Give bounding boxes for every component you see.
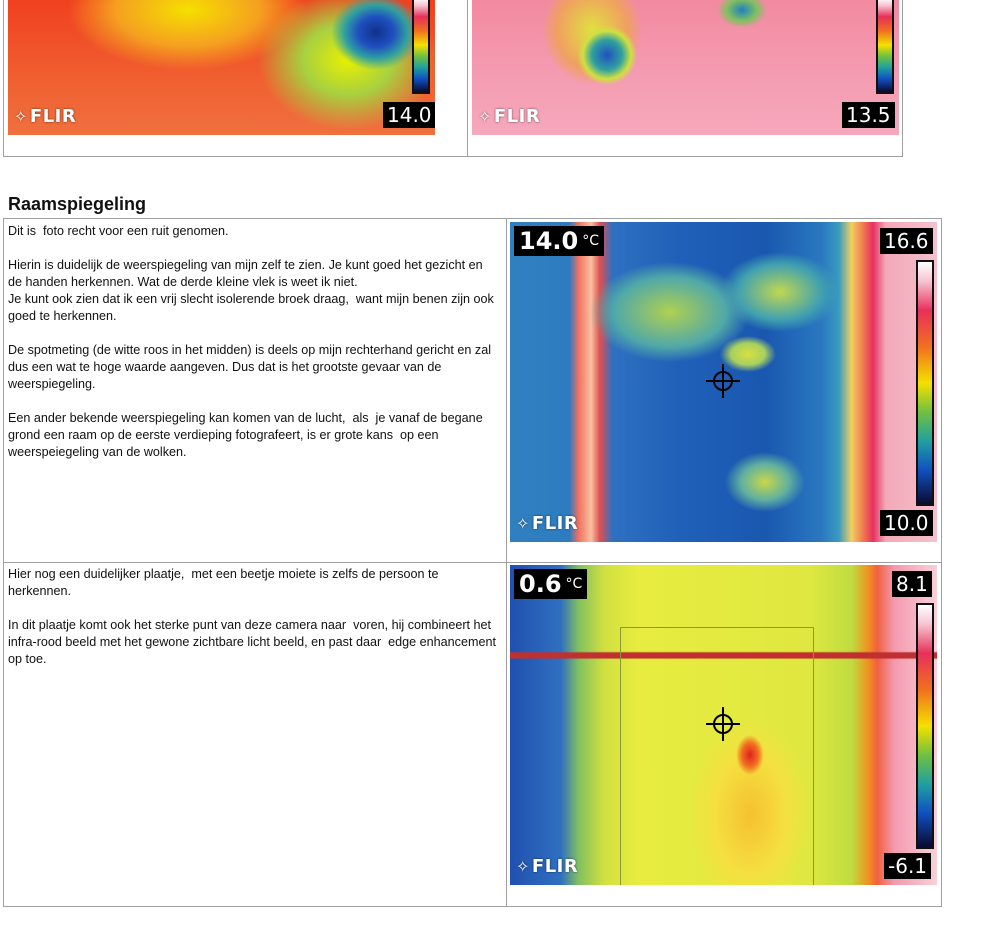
scale-min-value: 13.5 xyxy=(842,102,895,128)
flir-logo: ✧ FLIR xyxy=(516,513,579,534)
flir-logo: ✧ FLIR xyxy=(14,106,77,127)
scale-min-value: 14.0 xyxy=(383,102,435,128)
spot-crosshair-icon xyxy=(706,364,740,398)
scale-max-value: 8.1 xyxy=(892,571,932,597)
temperature-scale-bar xyxy=(876,0,894,94)
scale-min-value: -6.1 xyxy=(884,853,932,879)
thermal-image-top-right: ✧ FLIR 13.5 xyxy=(472,0,899,135)
thermal-image-window-reflection: 14.0 °C 16.6 10.0 ✧ FLIR xyxy=(510,222,937,542)
table-row-divider xyxy=(3,562,942,563)
row-2-description: Hier nog een duidelijker plaatje, met ee… xyxy=(8,567,496,666)
temperature-scale-bar xyxy=(916,260,934,506)
flir-logo: ✧ FLIR xyxy=(516,856,579,877)
flir-logo: ✧ FLIR xyxy=(478,106,541,127)
temperature-scale-bar xyxy=(412,0,430,94)
thermal-image-door-msx: 0.6 °C 8.1 -6.1 ✧ FLIR xyxy=(510,565,937,885)
temperature-scale-bar xyxy=(916,603,934,849)
row-1-description: Dit is foto recht voor een ruit genomen.… xyxy=(8,224,494,459)
scale-max-value: 16.6 xyxy=(880,228,933,254)
spot-temperature-readout: 14.0 °C xyxy=(514,226,604,256)
section-title: Raamspiegeling xyxy=(8,194,147,214)
spot-temperature-readout: 0.6 °C xyxy=(514,569,588,599)
thermal-image-top-left: ✧ FLIR 14.0 xyxy=(8,0,435,135)
spot-crosshair-icon xyxy=(706,707,740,741)
door-frame-outline xyxy=(620,627,814,885)
scale-min-value: 10.0 xyxy=(880,510,933,536)
top-table-divider xyxy=(467,0,468,157)
